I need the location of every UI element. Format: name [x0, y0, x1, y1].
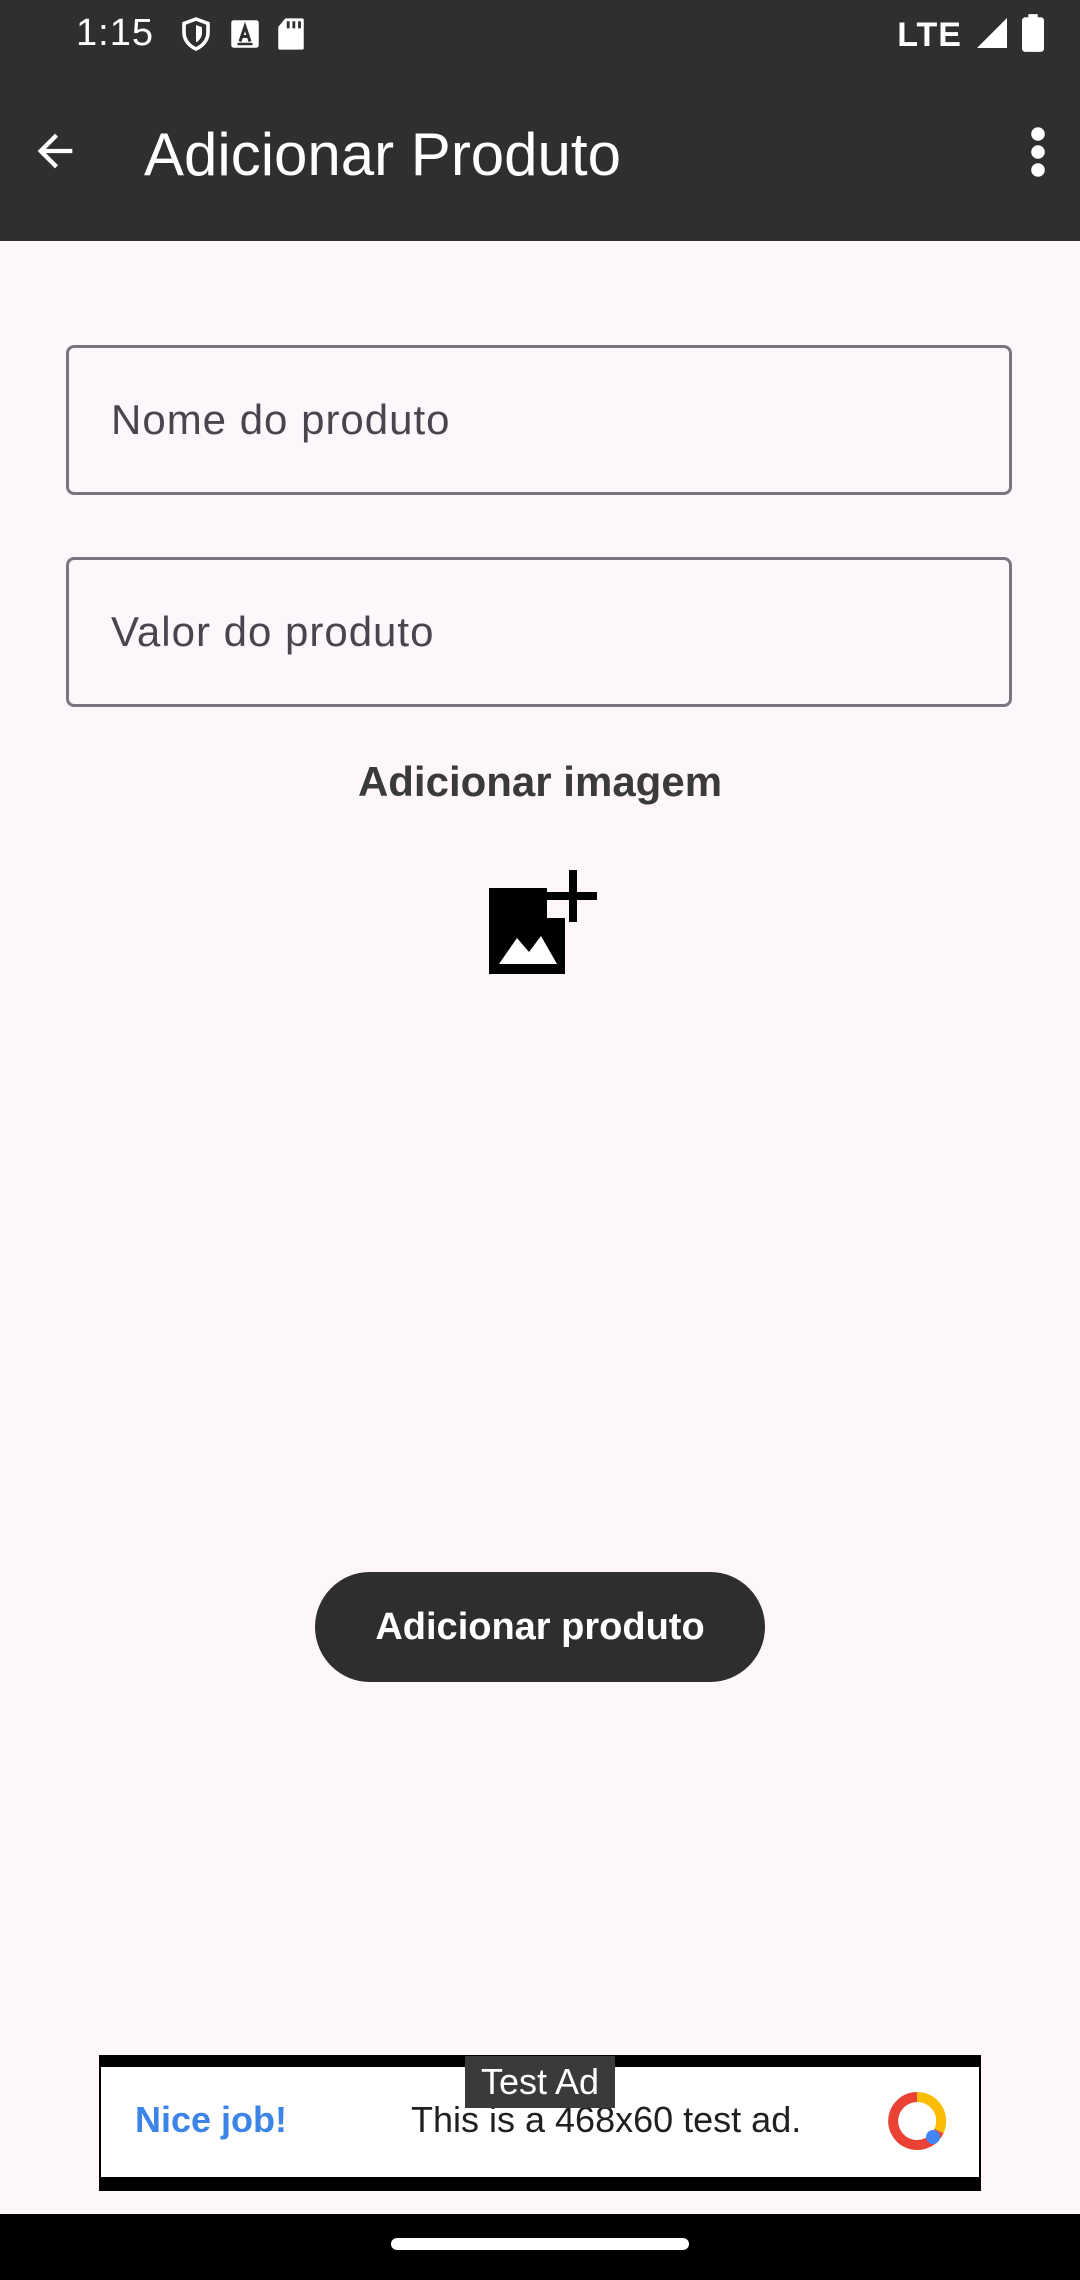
- battery-icon: [1022, 14, 1044, 57]
- gesture-handle[interactable]: [391, 2238, 689, 2250]
- signal-icon: [974, 15, 1010, 56]
- sd-card-icon: [276, 17, 306, 56]
- status-bar: 1:15 LTE: [0, 0, 1080, 68]
- status-icons-left: [178, 15, 306, 58]
- app-bar: Adicionar Produto: [0, 68, 1080, 241]
- ad-label: Test Ad: [465, 2056, 615, 2108]
- ad-logo-icon: [887, 2091, 947, 2151]
- status-icons-right: LTE: [897, 14, 1044, 57]
- ad-cta[interactable]: Nice job!: [135, 2099, 287, 2141]
- navigation-bar: [0, 2214, 1080, 2280]
- more-vert-icon: [1030, 126, 1046, 183]
- more-options-button[interactable]: [1006, 116, 1070, 192]
- add-photo-icon: [485, 870, 599, 982]
- product-name-field[interactable]: [66, 345, 1012, 495]
- back-button[interactable]: [20, 118, 90, 188]
- a-notification-icon: [230, 19, 260, 54]
- product-value-field[interactable]: [66, 557, 1012, 707]
- add-product-button[interactable]: Adicionar produto: [315, 1572, 765, 1682]
- status-time: 1:15: [76, 12, 154, 54]
- shield-icon: [178, 15, 214, 58]
- add-image-button[interactable]: [485, 866, 599, 978]
- arrow-back-icon: [29, 125, 81, 182]
- add-image-label: Adicionar imagem: [357, 758, 723, 805]
- network-type: LTE: [897, 16, 962, 54]
- page-title: Adicionar Produto: [144, 121, 621, 188]
